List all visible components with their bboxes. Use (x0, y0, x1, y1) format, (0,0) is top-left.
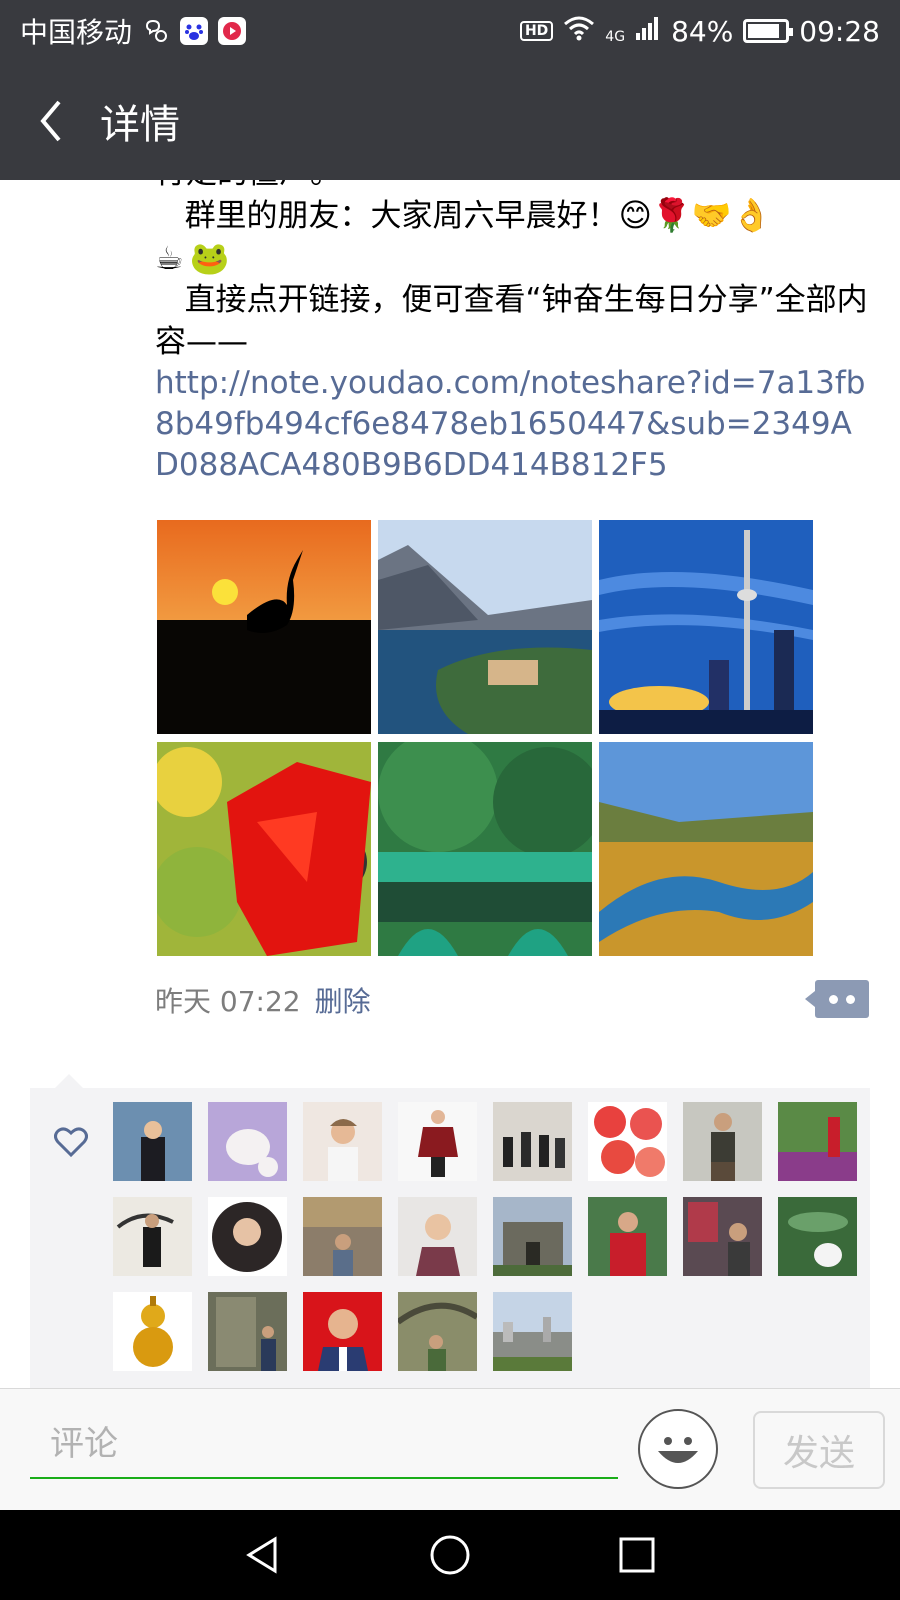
hd-badge: HD (519, 21, 554, 41)
photo-grid (157, 520, 813, 956)
nav-home-icon (430, 1535, 470, 1575)
nav-home-button[interactable] (415, 1520, 485, 1590)
avatar-stone-tablet[interactable] (208, 1292, 287, 1371)
handshake-emoji: 🤝 (691, 196, 732, 234)
avatar-man-office[interactable] (113, 1102, 192, 1181)
smile-emoji: 😊 (618, 196, 652, 234)
ok-hand-emoji: 👌 (731, 196, 772, 234)
delete-button[interactable]: 删除 (315, 980, 371, 1020)
crane-sunset-photo[interactable] (157, 520, 371, 734)
post-instruction: 直接点开链接，便可查看“钟奋生每日分享”全部内容—— (155, 282, 868, 360)
carrier-label: 中国移动 (20, 16, 133, 49)
avatar-gold-gourd[interactable] (113, 1292, 192, 1371)
avatar-woman-red-shawl[interactable] (398, 1102, 477, 1181)
comment-bar: 发送 (0, 1388, 900, 1510)
avatar-man-photographer[interactable] (683, 1102, 762, 1181)
avatar-woman-smiling[interactable] (398, 1197, 477, 1276)
status-bar: 中国移动 HD 4G 84% 09:28 (0, 0, 900, 62)
share-link[interactable]: http://note.youdao.com/noteshare?id=7a13… (155, 363, 875, 486)
video-app-icon (218, 17, 247, 45)
red-maple-photo[interactable] (157, 742, 371, 956)
comment-input[interactable] (30, 1411, 618, 1479)
river-valley-photo[interactable] (599, 742, 813, 956)
send-button[interactable]: 发送 (753, 1411, 885, 1489)
avatar-man-tree[interactable] (398, 1292, 477, 1371)
avatar-teapot[interactable] (778, 1197, 857, 1276)
avatar-old-gate[interactable] (493, 1197, 572, 1276)
lake-town-photo[interactable] (378, 520, 592, 734)
battery-percent: 84% (671, 14, 734, 48)
heart-icon (54, 1127, 88, 1158)
clock: 09:28 (799, 14, 880, 48)
post-detail: 行走的僵尸。 群里的朋友：大家周六早晨好！😊🌹🤝👌 ☕ 🐸 直接点开链接，便可查… (0, 180, 900, 1388)
avatar-man-painting[interactable] (113, 1197, 192, 1276)
baidu-icon (180, 17, 209, 45)
battery-icon (743, 19, 794, 43)
avatar-woman-cap[interactable] (303, 1102, 382, 1181)
comment-dot-icon (829, 994, 838, 1004)
coffee-emoji: ☕ (155, 239, 184, 277)
post-text: 行走的僵尸。 群里的朋友：大家周六早晨好！😊🌹🤝👌 ☕ 🐸 直接点开链接，便可查… (155, 180, 875, 486)
emoji-line: ☕ 🐸 (155, 237, 875, 279)
nav-back-icon (246, 1536, 277, 1574)
comment-menu-button[interactable] (805, 980, 869, 1018)
wechat-notification-icon (142, 17, 170, 45)
greeting-text: 群里的朋友：大家周六早晨好！ (155, 198, 619, 234)
signal-icon (635, 15, 661, 48)
nav-recent-icon (619, 1537, 655, 1573)
comment-dot-icon (846, 994, 855, 1004)
nav-back-button[interactable] (228, 1520, 298, 1590)
nav-recent-button[interactable] (602, 1520, 672, 1590)
post-greeting: 群里的朋友：大家周六早晨好！😊🌹🤝👌 (155, 194, 875, 237)
avatar-man-red-bg[interactable] (303, 1292, 382, 1371)
avatar-city-view[interactable] (493, 1292, 572, 1371)
cn-tower-photo[interactable] (599, 520, 813, 734)
avatar-man-temple[interactable] (683, 1197, 762, 1276)
back-button[interactable] (0, 62, 100, 180)
post-line-cut: 行走的僵尸。 (155, 180, 875, 194)
avatar-white-cat[interactable] (208, 1102, 287, 1181)
avatar-man-street[interactable] (303, 1197, 382, 1276)
stone-bridge-photo[interactable] (378, 742, 592, 956)
wifi-icon (563, 15, 595, 48)
post-time: 昨天 07:22 (155, 985, 301, 1018)
avatar-woman-red-jacket[interactable] (588, 1197, 667, 1276)
post-meta: 昨天 07:22 删除 (155, 980, 371, 1020)
liker-avatars (113, 1102, 857, 1371)
system-nav-bar (0, 1510, 900, 1600)
app-header: 详情 (0, 62, 900, 180)
likes-section (30, 1074, 870, 1388)
chevron-left-icon (40, 100, 61, 142)
avatar-flowers-garden[interactable] (778, 1102, 857, 1181)
emoji-button[interactable] (638, 1409, 718, 1489)
avatar-woman-portrait[interactable] (208, 1197, 287, 1276)
smiley-icon (658, 1437, 698, 1463)
avatar-group-walking[interactable] (493, 1102, 572, 1181)
network-label: 4G (605, 28, 626, 45)
rose-emoji: 🌹 (651, 196, 692, 234)
page-title: 详情 (100, 102, 180, 148)
avatar-apples[interactable] (588, 1102, 667, 1181)
frog-emoji: 🐸 (189, 239, 230, 277)
